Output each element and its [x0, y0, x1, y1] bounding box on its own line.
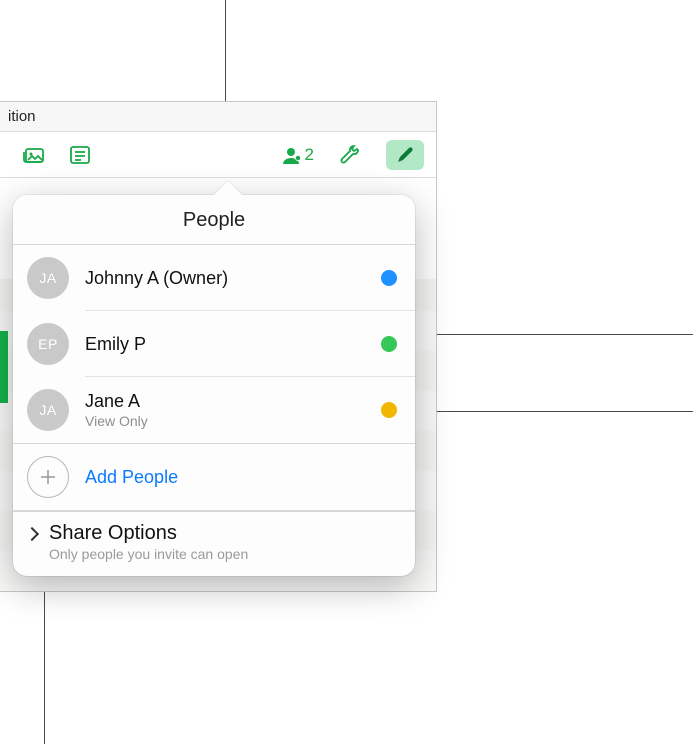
collaborate-count: 2 — [305, 145, 314, 165]
popover-title: People — [13, 195, 415, 245]
person-name: Johnny A (Owner) — [85, 268, 381, 289]
slide-thumbnail-edge — [0, 331, 8, 403]
comments-icon[interactable] — [66, 141, 94, 169]
add-people-row[interactable]: Add People — [13, 443, 415, 511]
callout-line-shareoptions — [44, 575, 45, 744]
share-options-subtitle: Only people you invite can open — [49, 546, 397, 562]
person-name: Emily P — [85, 334, 381, 355]
person-row[interactable]: JA Jane A View Only — [13, 377, 415, 443]
collaborate-button[interactable]: 2 — [280, 144, 314, 166]
person-permission: View Only — [85, 413, 381, 429]
people-popover: People JA Johnny A (Owner) EP Emily P JA… — [13, 195, 415, 576]
avatar: EP — [27, 323, 69, 365]
people-list: JA Johnny A (Owner) EP Emily P JA Jane A… — [13, 245, 415, 443]
tools-icon[interactable] — [336, 141, 364, 169]
person-row[interactable]: EP Emily P — [13, 311, 415, 377]
share-options-title: Share Options — [49, 522, 177, 545]
person-row[interactable]: JA Johnny A (Owner) — [13, 245, 415, 311]
plus-icon — [27, 456, 69, 498]
window-titlebar: ition — [0, 102, 436, 132]
avatar: JA — [27, 257, 69, 299]
media-icon[interactable] — [20, 141, 48, 169]
presence-dot — [381, 270, 397, 286]
person-name: Jane A — [85, 391, 381, 412]
presence-dot — [381, 402, 397, 418]
format-brush-button[interactable] — [386, 140, 424, 170]
callout-line-presence — [393, 334, 693, 335]
chevron-right-icon — [25, 526, 39, 540]
share-options-row[interactable]: Share Options Only people you invite can… — [13, 511, 415, 576]
avatar: JA — [27, 389, 69, 431]
add-people-label: Add People — [85, 467, 178, 488]
toolbar: 2 — [0, 132, 436, 178]
document-title-fragment: ition — [8, 108, 36, 125]
presence-dot — [381, 336, 397, 352]
